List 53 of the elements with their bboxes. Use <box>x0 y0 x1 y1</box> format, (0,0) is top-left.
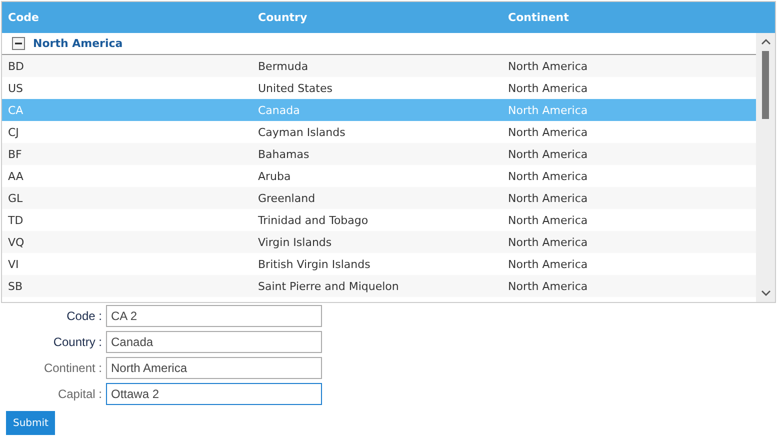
scroll-down-icon[interactable] <box>760 290 770 296</box>
table-cell-text: GL <box>7 192 24 204</box>
table-cell-text: North America <box>507 214 589 226</box>
table-cell-text: British Virgin Islands <box>257 258 372 270</box>
table-row[interactable]: BD Bermuda North America <box>2 55 756 77</box>
table-cell-text: VQ <box>7 236 26 248</box>
scrollbar-thumb[interactable] <box>762 51 769 119</box>
table-cell-text: SB <box>7 280 24 292</box>
table-cell-text: North America <box>507 192 589 204</box>
table-cell-text: CJ <box>7 126 20 138</box>
table-cell-text: Trinidad and Tobago <box>257 214 370 226</box>
table-cell-text: CA <box>7 104 24 116</box>
table-cell-text: North America <box>507 258 589 270</box>
input-field[interactable]: Canada <box>106 331 322 353</box>
table-row[interactable]: GL Greenland North America <box>2 187 756 209</box>
table-cell-text: Greenland <box>257 192 316 204</box>
table-cell-text: Bermuda <box>257 60 310 72</box>
table-cell-text: North America <box>507 82 589 94</box>
table-row[interactable]: VQ Virgin Islands North America <box>2 231 756 253</box>
group-label: North America <box>33 37 123 50</box>
field-label: Country : <box>52 335 102 349</box>
field-label: Capital : <box>56 387 102 401</box>
table-cell-text: Bahamas <box>257 148 310 160</box>
table-cell-text: North America <box>507 60 589 72</box>
table-cell-text: Canada <box>257 104 301 116</box>
scroll-up-icon[interactable] <box>760 39 770 45</box>
table-cell-text: BF <box>7 148 23 160</box>
input-field[interactable]: CA 2 <box>106 305 322 327</box>
collapse-icon[interactable] <box>12 37 25 50</box>
table-cell-text: Virgin Islands <box>257 236 333 248</box>
table-cell-text: North America <box>507 280 589 292</box>
table-cell-text: North America <box>507 170 589 182</box>
table-cell-text: North America <box>507 126 589 138</box>
scrollbar[interactable] <box>756 33 775 302</box>
table-cell-text: North America <box>507 236 589 248</box>
table-cell-text: TD <box>7 214 24 226</box>
field-label: Code : <box>66 309 102 323</box>
table-cell-text: North America <box>507 104 589 116</box>
table-cell-text: Saint Pierre and Miquelon <box>257 280 400 292</box>
table-cell-text: AA <box>7 170 24 182</box>
table-row[interactable]: SB Saint Pierre and Miquelon North America <box>2 275 756 297</box>
submit-button[interactable]: Submit <box>6 411 56 435</box>
table-cell-text: United States <box>257 82 334 94</box>
table-cell-text: US <box>7 82 24 94</box>
input-field[interactable]: North America <box>106 357 322 379</box>
table-cell-text: Cayman Islands <box>257 126 346 138</box>
table-cell-text: VI <box>7 258 20 270</box>
table-cell-text: Aruba <box>257 170 292 182</box>
table-row[interactable]: BF Bahamas North America <box>2 143 756 165</box>
table-cell-text: North America <box>507 148 589 160</box>
table-cell-text: BD <box>7 60 26 72</box>
field-label: Continent : <box>42 361 102 375</box>
input-field[interactable]: Ottawa 2 <box>106 383 322 405</box>
